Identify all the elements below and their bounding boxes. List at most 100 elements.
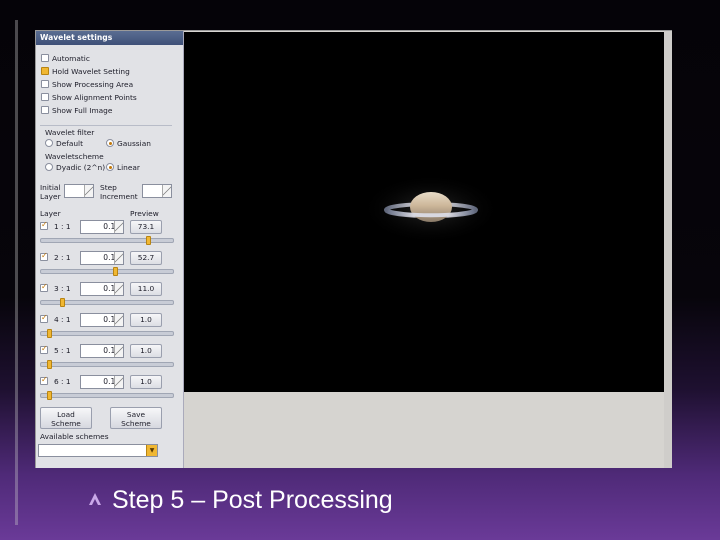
stepper-arrows-icon[interactable] <box>114 376 123 388</box>
layer-name: 5 : 1 <box>54 346 71 355</box>
option-show-full-image[interactable]: Show Full Image <box>41 105 112 116</box>
layer-row: 2 : 1 0.10 52.7 <box>40 251 180 265</box>
layer-slider[interactable] <box>40 360 174 369</box>
label-line: Layer <box>40 192 61 201</box>
layer-checkbox-icon[interactable] <box>40 282 48 292</box>
option-label: Hold Wavelet Setting <box>52 67 130 76</box>
radio-icon[interactable] <box>45 163 53 171</box>
layer-name: 1 : 1 <box>54 222 71 231</box>
layer-preview-button[interactable]: 1.0 <box>130 375 162 389</box>
checkbox-checked-icon[interactable] <box>41 67 49 75</box>
slider-handle[interactable] <box>60 298 65 307</box>
layer-checkbox-icon[interactable] <box>40 344 48 354</box>
filter-default-radio[interactable]: Default <box>45 139 83 148</box>
checkbox-icon[interactable] <box>41 106 49 114</box>
layer-checkbox-icon[interactable] <box>40 220 48 230</box>
stepper-arrows-icon[interactable] <box>84 185 93 197</box>
option-label: Show Processing Area <box>52 80 134 89</box>
stepper-arrows-icon[interactable] <box>114 252 123 264</box>
wavelet-scheme-label: Waveletscheme <box>45 152 104 161</box>
radio-selected-icon[interactable] <box>106 139 114 147</box>
radio-selected-icon[interactable] <box>106 163 114 171</box>
preview-header: Preview <box>130 209 159 218</box>
save-scheme-button[interactable]: Save Scheme <box>110 407 162 429</box>
initial-layer-stepper[interactable]: 1 <box>64 184 94 198</box>
layer-preview-button[interactable]: 11.0 <box>130 282 162 296</box>
option-show-processing-area[interactable]: Show Processing Area <box>41 79 133 90</box>
layer-preview-button[interactable]: 1.0 <box>130 313 162 327</box>
slider-handle[interactable] <box>146 236 151 245</box>
slider-handle[interactable] <box>47 391 52 400</box>
slider-handle[interactable] <box>113 267 118 276</box>
layer-value-stepper[interactable]: 0.10 <box>80 282 124 296</box>
group-divider <box>40 125 172 126</box>
layer-value-stepper[interactable]: 0.10 <box>80 375 124 389</box>
layer-name: 4 : 1 <box>54 315 71 324</box>
layer-slider[interactable] <box>40 298 174 307</box>
slide-frame-edge <box>15 20 18 525</box>
checkbox-icon[interactable] <box>41 80 49 88</box>
option-show-alignment-points[interactable]: Show Alignment Points <box>41 92 137 103</box>
slider-handle[interactable] <box>47 360 52 369</box>
checkbox-icon[interactable] <box>41 54 49 62</box>
stepper-arrows-icon[interactable] <box>162 185 171 197</box>
option-hold-wavelet[interactable]: Hold Wavelet Setting <box>41 66 130 77</box>
available-schemes-label: Available schemes <box>40 432 109 441</box>
button-label: Load <box>57 410 75 419</box>
layer-preview-button[interactable]: 52.7 <box>130 251 162 265</box>
layer-checkbox-icon[interactable] <box>40 375 48 385</box>
checkbox-icon[interactable] <box>41 93 49 101</box>
option-automatic[interactable]: Automatic <box>41 53 90 64</box>
label-line: Increment <box>100 192 138 201</box>
layer-value-stepper[interactable]: 0.10 <box>80 220 124 234</box>
radio-label: Default <box>56 139 84 148</box>
layer-checkbox-icon[interactable] <box>40 251 48 261</box>
layer-value-stepper[interactable]: 0.10 <box>80 251 124 265</box>
caption-text: Step 5 – Post Processing <box>112 486 393 514</box>
image-viewport <box>184 32 664 392</box>
layer-slider[interactable] <box>40 236 174 245</box>
stepper-arrows-icon[interactable] <box>114 345 123 357</box>
panel-title: Wavelet settings <box>36 31 183 45</box>
layer-value-stepper[interactable]: 0.10 <box>80 344 124 358</box>
layer-value-stepper[interactable]: 0.10 <box>80 313 124 327</box>
layer-row: 5 : 1 0.10 1.0 <box>40 344 180 358</box>
registax-screenshot: Wavelet settings Automatic Hold Wavelet … <box>35 30 672 468</box>
layer-slider[interactable] <box>40 267 174 276</box>
layer-slider[interactable] <box>40 391 174 400</box>
layer-header: Layer <box>40 209 61 218</box>
status-area <box>184 392 664 468</box>
option-label: Show Full Image <box>52 106 113 115</box>
layer-name: 2 : 1 <box>54 253 71 262</box>
wavelet-settings-panel: Wavelet settings Automatic Hold Wavelet … <box>36 31 184 468</box>
stepper-arrows-icon[interactable] <box>114 221 123 233</box>
slide-caption: Step 5 – Post Processing <box>88 484 393 516</box>
layer-checkbox-icon[interactable] <box>40 313 48 323</box>
radio-label: Linear <box>117 163 140 172</box>
initial-layer-label: Initial Layer <box>40 183 61 201</box>
layer-name: 3 : 1 <box>54 284 71 293</box>
radio-label: Dyadic (2^n) <box>56 163 106 172</box>
layer-preview-button[interactable]: 73.1 <box>130 220 162 234</box>
scheme-linear-radio[interactable]: Linear <box>106 163 140 172</box>
scheme-dyadic-radio[interactable]: Dyadic (2^n) <box>45 163 105 172</box>
option-label: Show Alignment Points <box>52 93 137 102</box>
layer-slider[interactable] <box>40 329 174 338</box>
option-label: Automatic <box>52 54 90 63</box>
layer-preview-button[interactable]: 1.0 <box>130 344 162 358</box>
chevron-down-icon[interactable]: ▼ <box>146 445 157 456</box>
stepper-arrows-icon[interactable] <box>114 314 123 326</box>
filter-gaussian-radio[interactable]: Gaussian <box>106 139 151 148</box>
layer-row: 1 : 1 0.10 73.1 <box>40 220 180 234</box>
step-increment-label: Step Increment <box>100 183 138 201</box>
step-increment-stepper[interactable]: 0 <box>142 184 172 198</box>
slider-handle[interactable] <box>47 329 52 338</box>
wavelet-filter-label: Wavelet filter <box>45 128 95 137</box>
triangle-bullet-icon <box>89 493 101 505</box>
available-schemes-select[interactable]: ▼ <box>38 444 158 457</box>
load-scheme-button[interactable]: Load Scheme <box>40 407 92 429</box>
stepper-arrows-icon[interactable] <box>114 283 123 295</box>
radio-icon[interactable] <box>45 139 53 147</box>
radio-label: Gaussian <box>117 139 151 148</box>
layer-row: 3 : 1 0.10 11.0 <box>40 282 180 296</box>
